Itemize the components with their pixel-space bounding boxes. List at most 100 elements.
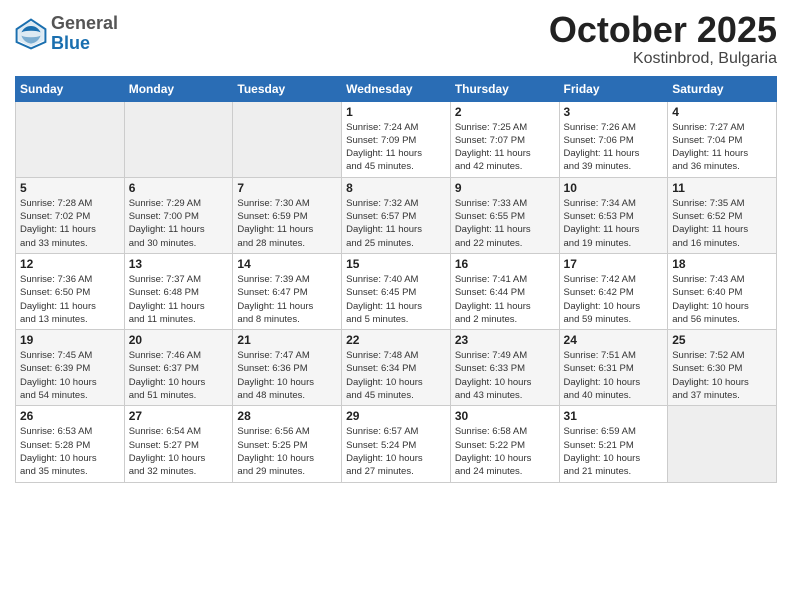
logo-icon [15,18,47,50]
day-number: 25 [672,333,772,347]
logo: General Blue [15,14,118,54]
day-info: Sunrise: 7:25 AM Sunset: 7:07 PM Dayligh… [455,121,555,174]
calendar-cell: 13Sunrise: 7:37 AM Sunset: 6:48 PM Dayli… [124,253,233,329]
day-number: 16 [455,257,555,271]
day-info: Sunrise: 7:32 AM Sunset: 6:57 PM Dayligh… [346,197,446,250]
calendar-week-4: 19Sunrise: 7:45 AM Sunset: 6:39 PM Dayli… [16,330,777,406]
calendar-cell: 10 Sunrise: 7:34 AM Sunset: 6:53 PM Dayli… [559,177,668,253]
calendar-cell: 17Sunrise: 7:42 AM Sunset: 6:42 PM Dayli… [559,253,668,329]
day-number: 4 [672,105,772,119]
calendar-cell: 21Sunrise: 7:47 AM Sunset: 6:36 PM Dayli… [233,330,342,406]
calendar-cell: 22 Sunrise: 7:48 AM Sunset: 6:34 PM Dayli… [342,330,451,406]
day-number: 12 [20,257,120,271]
calendar-cell: 5Sunrise: 7:28 AM Sunset: 7:02 PM Daylig… [16,177,125,253]
day-info: Sunrise: 7:48 AM Sunset: 6:34 PM Dayligh… [346,349,446,402]
calendar-cell: 29 Sunrise: 6:57 AM Sunset: 5:24 PM Dayli… [342,406,451,482]
calendar-table: Sunday Monday Tuesday Wednesday Thursday… [15,76,777,483]
calendar-cell: 25 Sunrise: 7:52 AM Sunset: 6:30 PM Dayli… [668,330,777,406]
calendar-week-1: 1 Sunrise: 7:24 AM Sunset: 7:09 PM Daylig… [16,101,777,177]
calendar-week-2: 5Sunrise: 7:28 AM Sunset: 7:02 PM Daylig… [16,177,777,253]
day-info: Sunrise: 7:43 AM Sunset: 6:40 PM Dayligh… [672,273,772,326]
day-info: Sunrise: 7:29 AM Sunset: 7:00 PM Dayligh… [129,197,229,250]
day-number: 3 [564,105,664,119]
calendar-cell: 27Sunrise: 6:54 AM Sunset: 5:27 PM Dayli… [124,406,233,482]
calendar-week-3: 12Sunrise: 7:36 AM Sunset: 6:50 PM Dayli… [16,253,777,329]
col-wednesday: Wednesday [342,76,451,101]
col-tuesday: Tuesday [233,76,342,101]
col-friday: Friday [559,76,668,101]
col-saturday: Saturday [668,76,777,101]
day-number: 31 [564,409,664,423]
calendar-cell: 11 Sunrise: 7:35 AM Sunset: 6:52 PM Dayli… [668,177,777,253]
day-number: 27 [129,409,229,423]
calendar-cell: 24 Sunrise: 7:51 AM Sunset: 6:31 PM Dayli… [559,330,668,406]
title-month: October 2025 [549,10,777,50]
logo-text: General Blue [51,14,118,54]
day-number: 23 [455,333,555,347]
day-number: 13 [129,257,229,271]
calendar-cell [233,101,342,177]
day-info: Sunrise: 7:27 AM Sunset: 7:04 PM Dayligh… [672,121,772,174]
day-info: Sunrise: 7:30 AM Sunset: 6:59 PM Dayligh… [237,197,337,250]
logo-general: General [51,14,118,34]
day-number: 29 [346,409,446,423]
header: General Blue October 2025 Kostinbrod, Bu… [15,10,777,68]
calendar-cell [124,101,233,177]
calendar-cell: 23 Sunrise: 7:49 AM Sunset: 6:33 PM Dayli… [450,330,559,406]
day-number: 10 [564,181,664,195]
title-location: Kostinbrod, Bulgaria [549,50,777,68]
calendar-cell: 31 Sunrise: 6:59 AM Sunset: 5:21 PM Dayli… [559,406,668,482]
day-info: Sunrise: 7:39 AM Sunset: 6:47 PM Dayligh… [237,273,337,326]
calendar-cell: 1 Sunrise: 7:24 AM Sunset: 7:09 PM Daylig… [342,101,451,177]
calendar-cell: 2 Sunrise: 7:25 AM Sunset: 7:07 PM Daylig… [450,101,559,177]
calendar-cell: 19Sunrise: 7:45 AM Sunset: 6:39 PM Dayli… [16,330,125,406]
day-info: Sunrise: 7:34 AM Sunset: 6:53 PM Dayligh… [564,197,664,250]
day-number: 24 [564,333,664,347]
col-sunday: Sunday [16,76,125,101]
calendar-cell: 8Sunrise: 7:32 AM Sunset: 6:57 PM Daylig… [342,177,451,253]
calendar-cell: 14 Sunrise: 7:39 AM Sunset: 6:47 PM Dayli… [233,253,342,329]
calendar-cell [668,406,777,482]
day-number: 18 [672,257,772,271]
calendar-cell [16,101,125,177]
day-info: Sunrise: 7:52 AM Sunset: 6:30 PM Dayligh… [672,349,772,402]
day-number: 6 [129,181,229,195]
calendar-week-5: 26 Sunrise: 6:53 AM Sunset: 5:28 PM Dayli… [16,406,777,482]
calendar-cell: 7Sunrise: 7:30 AM Sunset: 6:59 PM Daylig… [233,177,342,253]
day-info: Sunrise: 7:49 AM Sunset: 6:33 PM Dayligh… [455,349,555,402]
day-number: 21 [237,333,337,347]
day-number: 17 [564,257,664,271]
calendar-cell: 9Sunrise: 7:33 AM Sunset: 6:55 PM Daylig… [450,177,559,253]
day-number: 20 [129,333,229,347]
day-info: Sunrise: 7:24 AM Sunset: 7:09 PM Dayligh… [346,121,446,174]
calendar-cell: 28 Sunrise: 6:56 AM Sunset: 5:25 PM Dayli… [233,406,342,482]
day-info: Sunrise: 6:53 AM Sunset: 5:28 PM Dayligh… [20,425,120,478]
day-number: 14 [237,257,337,271]
day-info: Sunrise: 6:56 AM Sunset: 5:25 PM Dayligh… [237,425,337,478]
day-number: 2 [455,105,555,119]
day-number: 11 [672,181,772,195]
day-number: 26 [20,409,120,423]
day-info: Sunrise: 7:40 AM Sunset: 6:45 PM Dayligh… [346,273,446,326]
page: General Blue October 2025 Kostinbrod, Bu… [0,0,792,612]
logo-blue: Blue [51,34,118,54]
day-number: 28 [237,409,337,423]
day-info: Sunrise: 6:57 AM Sunset: 5:24 PM Dayligh… [346,425,446,478]
col-monday: Monday [124,76,233,101]
day-number: 30 [455,409,555,423]
calendar-cell: 16 Sunrise: 7:41 AM Sunset: 6:44 PM Dayli… [450,253,559,329]
calendar-cell: 20Sunrise: 7:46 AM Sunset: 6:37 PM Dayli… [124,330,233,406]
day-number: 15 [346,257,446,271]
day-number: 9 [455,181,555,195]
day-info: Sunrise: 6:58 AM Sunset: 5:22 PM Dayligh… [455,425,555,478]
calendar-cell: 3 Sunrise: 7:26 AM Sunset: 7:06 PM Daylig… [559,101,668,177]
day-info: Sunrise: 7:41 AM Sunset: 6:44 PM Dayligh… [455,273,555,326]
day-info: Sunrise: 6:59 AM Sunset: 5:21 PM Dayligh… [564,425,664,478]
day-info: Sunrise: 7:51 AM Sunset: 6:31 PM Dayligh… [564,349,664,402]
day-info: Sunrise: 7:26 AM Sunset: 7:06 PM Dayligh… [564,121,664,174]
day-info: Sunrise: 7:35 AM Sunset: 6:52 PM Dayligh… [672,197,772,250]
day-number: 1 [346,105,446,119]
day-number: 22 [346,333,446,347]
calendar-cell: 26 Sunrise: 6:53 AM Sunset: 5:28 PM Dayli… [16,406,125,482]
calendar-cell: 6 Sunrise: 7:29 AM Sunset: 7:00 PM Daylig… [124,177,233,253]
